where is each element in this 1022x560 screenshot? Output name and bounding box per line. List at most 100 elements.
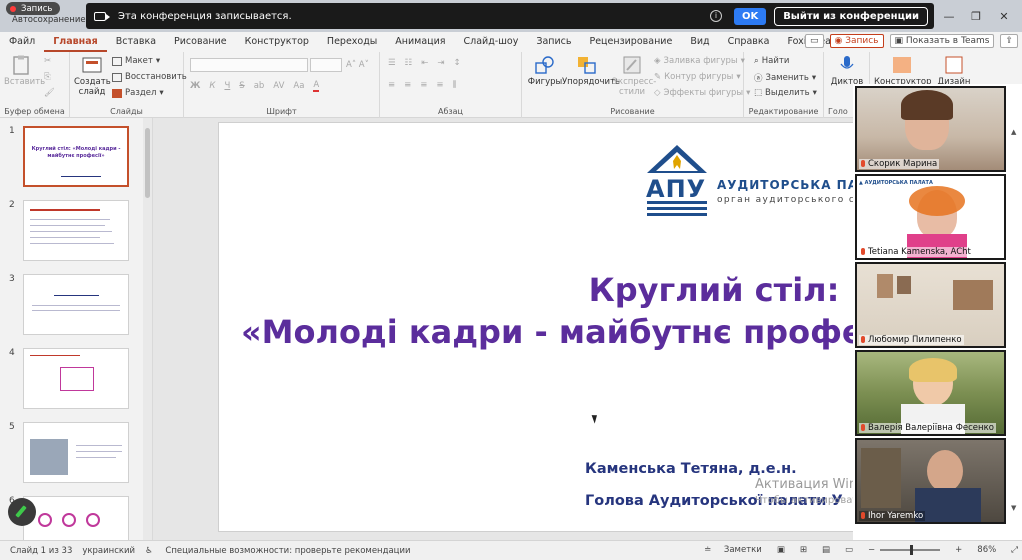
close-icon[interactable]: ✕ — [990, 8, 1018, 26]
restore-icon[interactable]: ❐ — [962, 8, 990, 26]
tab-record[interactable]: Запись — [527, 32, 580, 52]
outdent-icon[interactable]: ⇥ — [437, 58, 444, 68]
spacing-button[interactable]: AV — [273, 81, 284, 91]
zoom-level[interactable]: 86% — [977, 545, 996, 555]
shadow-button[interactable]: ab — [254, 81, 265, 91]
tab-view[interactable]: Вид — [681, 32, 718, 52]
new-slide-button[interactable]: Создать слайд — [74, 55, 111, 97]
shape-effects-button[interactable]: ◇ Эффекты фигуры ▾ — [654, 88, 750, 98]
paste-label: Вставить — [4, 77, 46, 87]
case-button[interactable]: Aa — [293, 81, 304, 91]
tab-animations[interactable]: Анимация — [386, 32, 454, 52]
reset-button[interactable]: Восстановить — [112, 72, 187, 82]
font-color-button[interactable]: A — [313, 80, 320, 92]
participant-tile[interactable]: Любомир Пилипенко — [855, 262, 1006, 348]
record-button[interactable]: ◉ Запись — [829, 34, 884, 48]
font-name-input[interactable] — [190, 58, 308, 72]
columns-icon[interactable]: ⫼ — [453, 80, 457, 90]
justify-icon[interactable]: ≡ — [436, 80, 443, 90]
copy-icon[interactable]: ⎘ — [44, 72, 51, 82]
participant-tile[interactable]: Скорик Марина — [855, 86, 1006, 172]
section-button[interactable]: Раздел ▾ — [112, 88, 164, 98]
select-button[interactable]: ⬚ Выделить ▾ — [754, 88, 817, 98]
zoom-in-icon[interactable]: + — [955, 545, 962, 555]
normal-view-icon[interactable]: ▣ — [777, 545, 785, 555]
participant-tile[interactable]: Ihor Yaremko — [855, 438, 1006, 524]
scrollbar-thumb[interactable] — [145, 128, 150, 198]
tab-draw[interactable]: Рисование — [165, 32, 236, 52]
slide-thumbnail[interactable] — [23, 348, 129, 409]
tab-design[interactable]: Конструктор — [236, 32, 318, 52]
panel-scroll-up-icon[interactable]: ▲ — [1011, 128, 1019, 136]
language-indicator[interactable]: украинский — [82, 546, 135, 556]
ok-button[interactable]: OK — [733, 7, 767, 25]
zoom-slider[interactable] — [880, 545, 941, 555]
font-size-input[interactable] — [310, 58, 342, 72]
bold-button[interactable]: Ж — [190, 81, 200, 91]
slide-thumbnail[interactable]: Круглий стіл: «Молоді кадри - майбутнє п… — [23, 126, 129, 187]
comments-icon[interactable]: ▭ — [804, 34, 824, 48]
cut-icon[interactable]: ✂ — [44, 56, 51, 66]
info-icon[interactable]: i — [709, 10, 722, 22]
tab-file[interactable]: Файл — [0, 32, 44, 52]
zoom-out-icon[interactable]: − — [868, 545, 875, 555]
indent-icon[interactable]: ⇤ — [421, 58, 428, 68]
design-ideas-button[interactable]: Дизайн — [932, 55, 976, 87]
numbering-icon[interactable]: ☷ — [405, 58, 413, 68]
thumbnails-scrollbar[interactable] — [143, 118, 152, 540]
align-right-icon[interactable]: ≡ — [420, 80, 427, 90]
accessibility-status[interactable]: ♿ Специальные возможности: проверьте рек… — [145, 546, 410, 556]
slide-sorter-icon[interactable]: ⊞ — [800, 545, 807, 555]
italic-button[interactable]: К — [209, 81, 215, 91]
designer-button[interactable]: Конструктор — [874, 55, 932, 87]
slide-thumbnail[interactable] — [23, 274, 129, 335]
powerpoint-window: Запись Автосохранение Эта конференция за… — [0, 0, 1022, 560]
shape-fill-button[interactable]: ◈ Заливка фигуры ▾ — [654, 56, 745, 66]
fit-slide-icon[interactable]: ⤢ — [1011, 545, 1018, 555]
current-slide[interactable]: АПУ АУДИТОРСЬКА ПАЛАТА орган аудиторсько… — [218, 122, 853, 532]
slide-thumbnail[interactable] — [23, 200, 129, 261]
slide-thumbnail[interactable] — [23, 496, 129, 540]
mouse-cursor-icon — [591, 413, 600, 424]
slideshow-view-icon[interactable]: ▭ — [845, 545, 853, 555]
shapes-button[interactable]: Фигуры — [526, 55, 564, 87]
participant-tile[interactable]: ▲ АУДИТОРСЬКА ПАЛАТА Tetiana Kamenska, A… — [855, 174, 1006, 260]
thumb-box — [60, 367, 94, 391]
strike-button[interactable]: S — [239, 81, 244, 91]
tab-review[interactable]: Рецензирование — [580, 32, 681, 52]
leave-meeting-button[interactable]: Выйти из конференции — [774, 6, 928, 26]
bullets-icon[interactable]: ☰ — [388, 58, 396, 68]
slide-thumbnail[interactable] — [23, 422, 129, 483]
align-center-icon[interactable]: ≡ — [404, 80, 411, 90]
notes-button[interactable]: ≐ Заметки — [704, 545, 762, 555]
align-left-icon[interactable]: ≡ — [388, 80, 395, 90]
tab-transitions[interactable]: Переходы — [318, 32, 386, 52]
format-painter-icon[interactable]: 🖌 — [44, 88, 55, 98]
minimize-icon[interactable]: — — [935, 8, 963, 26]
tab-insert[interactable]: Вставка — [107, 32, 165, 52]
mic-muted-icon — [861, 512, 865, 519]
tab-home[interactable]: Главная — [44, 32, 107, 52]
arrange-button[interactable]: Упорядочить — [562, 55, 620, 87]
annotation-pen-button[interactable] — [8, 498, 36, 526]
underline-button[interactable]: Ч — [224, 81, 230, 91]
find-button[interactable]: ⌕ Найти — [754, 56, 789, 66]
new-slide-label2: слайд — [78, 87, 106, 97]
paste-button[interactable]: Вставить — [4, 55, 45, 87]
share-icon[interactable]: ⇪ — [1000, 34, 1018, 48]
layout-button[interactable]: Макет ▾ — [112, 56, 160, 66]
dictate-button[interactable]: Диктов — [828, 55, 866, 87]
thumb-line — [30, 209, 100, 211]
reading-view-icon[interactable]: ▤ — [822, 545, 830, 555]
replace-button[interactable]: ⓐ Заменить ▾ — [754, 72, 816, 84]
shape-outline-button[interactable]: ✎ Контур фигуры ▾ — [654, 72, 741, 82]
font-grow-icon[interactable]: A˄ A˅ — [346, 60, 369, 70]
tab-slideshow[interactable]: Слайд-шоу — [455, 32, 528, 52]
line-spacing-icon[interactable]: ↕ — [454, 58, 461, 68]
quick-styles-button[interactable]: Экспресс-стили — [612, 55, 656, 97]
participant-tile[interactable]: Валерія Валеріївна Фесенко — [855, 350, 1006, 436]
thumb-title: Круглий стіл: «Молоді кадри - майбутнє п… — [31, 146, 121, 159]
present-in-teams-button[interactable]: ▣ Показать в Teams — [889, 34, 995, 48]
tab-help[interactable]: Справка — [719, 32, 779, 52]
panel-scroll-down-icon[interactable]: ▼ — [1011, 504, 1019, 512]
